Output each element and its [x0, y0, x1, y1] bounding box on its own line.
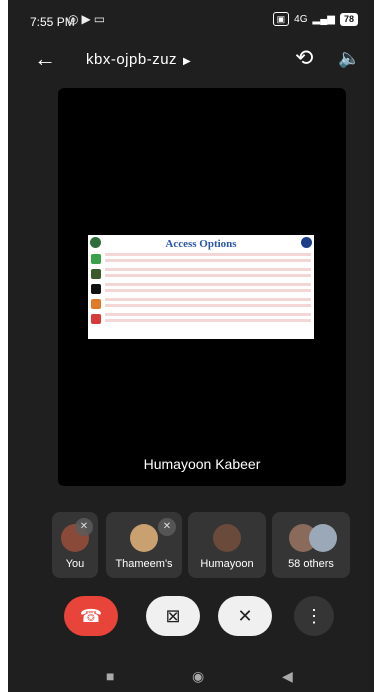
participant-label: You — [65, 558, 85, 570]
participant-strip: ✕ You ✕ Thameem's Humayoon 58 others — [52, 512, 352, 578]
recent-apps-icon[interactable]: ■ — [106, 668, 114, 684]
home-icon[interactable]: ◉ — [192, 668, 204, 685]
shared-slide: Access Options — [88, 235, 314, 339]
slide-row — [91, 252, 311, 266]
camera-off-icon: ⊠ — [165, 606, 181, 626]
slide-row — [91, 297, 311, 311]
back-arrow-icon[interactable]: ← — [34, 46, 56, 72]
top-bar: ← kbx-ojpb-zuz ▶ ⟲ 🔈 — [8, 42, 374, 78]
shield-icon — [91, 284, 101, 294]
end-call-button[interactable]: ☎ — [64, 596, 118, 636]
presenter-name: Humayoon Kabeer — [143, 456, 261, 472]
vibrate-icon: ▣ — [272, 12, 290, 26]
participant-tile-others[interactable]: 58 others — [272, 512, 350, 578]
status-bar: 7:55 PM ◎▶▭ ▣ 4G ▂▄▆ 78 — [8, 0, 374, 40]
slide-logo-right — [301, 237, 312, 248]
avatar — [130, 524, 158, 552]
more-options-button[interactable]: ⋮ — [294, 596, 334, 636]
phone-screen: 7:55 PM ◎▶▭ ▣ 4G ▂▄▆ 78 ← kbx-ojpb-zuz ▶ … — [8, 0, 374, 692]
back-nav-icon[interactable]: ◀ — [282, 668, 293, 685]
notification-icons: ◎▶▭ — [68, 12, 108, 26]
meeting-code[interactable]: kbx-ojpb-zuz ▶ — [86, 51, 191, 68]
android-nav-bar: ■ ◉ ◀ — [8, 664, 374, 692]
main-stage[interactable]: Access Options Humayoon Kabeer — [58, 88, 346, 486]
open-lock-icon — [91, 254, 101, 264]
participant-tile-thameem[interactable]: ✕ Thameem's — [106, 512, 182, 578]
participant-label: Thameem's — [115, 558, 173, 570]
mic-off-icon: ✕ — [158, 518, 176, 536]
call-controls: ☎ ⊠ ✕ ⋮ — [8, 596, 374, 640]
caret-right-icon: ▶ — [183, 56, 192, 67]
participant-tile-you[interactable]: ✕ You — [52, 512, 98, 578]
speaker-icon[interactable]: 🔈 — [338, 48, 360, 69]
closed-lock-icon — [91, 314, 101, 324]
mic-off-icon: ✕ — [237, 606, 253, 626]
slide-title: Access Options — [165, 238, 237, 250]
more-options-icon: ⋮ — [305, 606, 323, 626]
battery-level: 78 — [339, 12, 358, 26]
whatsapp-icon: ◎ — [68, 12, 82, 26]
network-type: 4G — [294, 13, 308, 25]
participant-tile-humayoon[interactable]: Humayoon — [188, 512, 266, 578]
meeting-code-text: kbx-ojpb-zuz — [86, 51, 178, 68]
participant-label: Humayoon — [200, 558, 254, 570]
mic-toggle-button[interactable]: ✕ — [218, 596, 272, 636]
slide-row — [91, 312, 311, 326]
lock-icon — [91, 299, 101, 309]
avatar — [309, 524, 337, 552]
camera-toggle-button[interactable]: ⊠ — [146, 596, 200, 636]
user-icon — [91, 269, 101, 279]
play-icon: ▶ — [81, 12, 94, 26]
mic-off-icon: ✕ — [75, 518, 93, 536]
participant-label: 58 others — [288, 558, 334, 570]
signal-icon: ▂▄▆ — [312, 13, 335, 25]
avatar — [213, 524, 241, 552]
slide-row — [91, 267, 311, 281]
screen-icon: ▭ — [93, 12, 109, 26]
slide-row — [91, 282, 311, 296]
status-right: ▣ 4G ▂▄▆ 78 — [272, 12, 358, 26]
slide-content — [91, 252, 311, 327]
switch-camera-icon[interactable]: ⟲ — [295, 45, 313, 71]
end-call-icon: ☎ — [79, 606, 103, 626]
